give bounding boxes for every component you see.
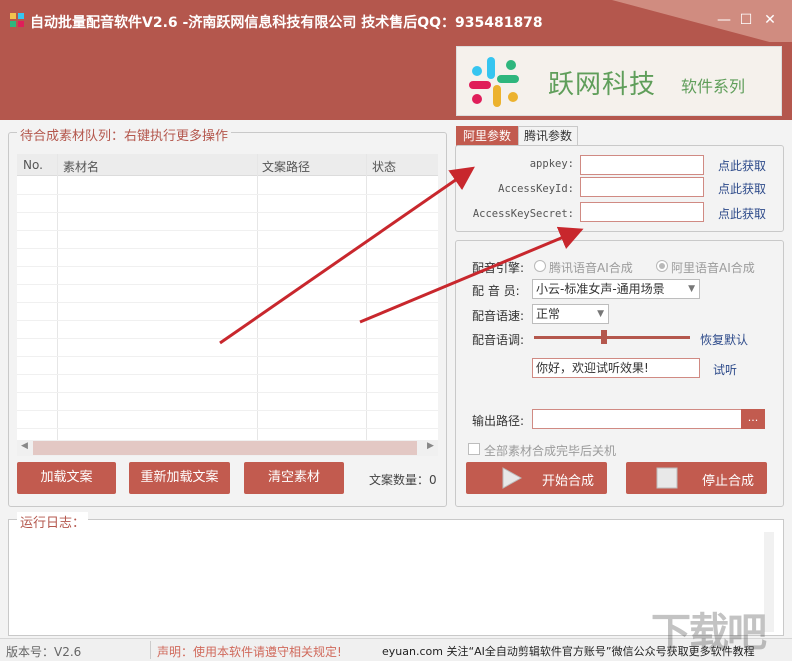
notice-text: 声明：使用本软件请遵守相关规定! bbox=[157, 645, 342, 659]
log-scrollbar[interactable] bbox=[764, 532, 774, 632]
version-text: 版本号：V2.6 bbox=[6, 645, 82, 659]
log-title: 运行日志： bbox=[17, 512, 89, 531]
annotation-arrow-2 bbox=[359, 226, 584, 324]
status-divider bbox=[150, 641, 151, 659]
watermark: 下载吧 bbox=[651, 610, 767, 656]
annotation-arrow-1 bbox=[219, 166, 475, 345]
